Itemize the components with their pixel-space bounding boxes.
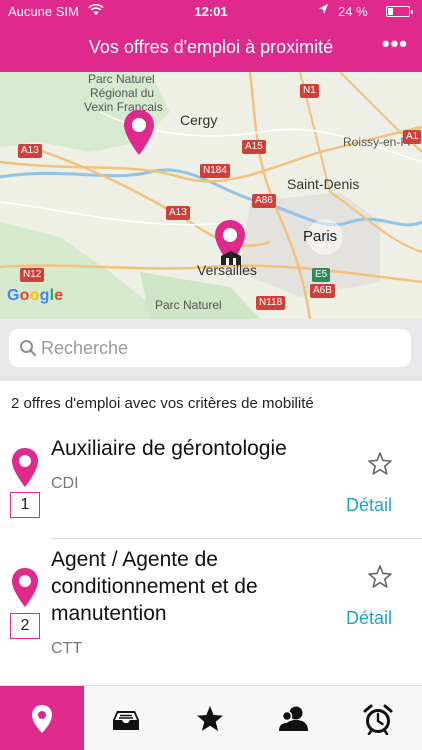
status-bar: Aucune SIM 12:01 24 % — [0, 0, 422, 24]
map-label-vexin: Régional du — [90, 86, 155, 100]
map-pin-icon — [12, 448, 38, 487]
job-title[interactable]: Auxiliaire de gérontologie — [51, 435, 341, 462]
battery-percent: 24 % — [338, 4, 368, 19]
job-rank-badge: 2 — [10, 613, 40, 639]
app-header: Vos offres d'emploi à proximité ••• — [0, 24, 422, 72]
battery-level — [388, 8, 393, 15]
favorite-star-icon[interactable] — [367, 451, 393, 477]
map-label-vexin: Parc Naturel — [88, 72, 155, 86]
job-contract-type: CTT — [51, 640, 83, 657]
map-background — [0, 72, 422, 319]
job-rank-badge: 1 — [10, 492, 40, 518]
job-offer-item[interactable]: 1 Auxiliaire de gérontologie CDI Détail — [0, 430, 422, 538]
job-offer-item[interactable]: 2 Agent / Agente de conditionnement et d… — [0, 540, 422, 685]
map-pin-icon — [12, 568, 38, 607]
location-arrow-icon — [318, 3, 329, 18]
road-shield: N12 — [20, 268, 45, 282]
list-divider — [51, 538, 422, 539]
job-title[interactable]: Agent / Agente de conditionnement et de … — [51, 546, 341, 627]
road-shield: A6B — [310, 284, 335, 298]
search-bar-container — [0, 319, 422, 381]
star-icon — [197, 706, 223, 731]
google-logo: Google — [7, 287, 64, 304]
battery-icon — [386, 6, 413, 17]
road-shield: A1 — [403, 130, 422, 144]
favorite-star-icon[interactable] — [367, 564, 393, 590]
building-icon — [221, 251, 241, 265]
page-title: Vos offres d'emploi à proximité — [88, 37, 334, 57]
more-options-button[interactable]: ••• — [382, 31, 408, 57]
job-detail-link[interactable]: Détail — [346, 608, 392, 629]
map-pin-icon — [32, 705, 52, 733]
app-screen: Aucune SIM 12:01 24 % Vos offres d'emplo… — [0, 0, 422, 750]
map-label-cergy: Cergy — [180, 112, 218, 128]
tab-profile[interactable] — [252, 686, 336, 750]
job-detail-link[interactable]: Détail — [346, 495, 392, 516]
road-shield: A86 — [252, 194, 276, 208]
tab-alerts[interactable] — [336, 686, 420, 750]
map-label-parc-naturel: Parc Naturel — [155, 298, 222, 312]
road-shield: N1 — [300, 84, 319, 98]
bottom-tab-bar — [0, 685, 422, 750]
tab-inbox[interactable] — [84, 686, 168, 750]
search-box[interactable] — [9, 329, 411, 367]
road-shield: E5 — [312, 268, 331, 282]
search-icon — [20, 340, 36, 356]
results-count-text: 2 offres d'emploi avec vos critères de m… — [11, 395, 314, 412]
map-label-roissy: Roissy-en-Fr — [343, 135, 412, 149]
tab-favorites[interactable] — [168, 686, 252, 750]
map-label-paris: Paris — [303, 228, 338, 245]
search-input[interactable] — [41, 335, 401, 361]
road-shield: N184 — [200, 164, 230, 178]
road-shield: N118 — [256, 296, 286, 310]
alarm-clock-icon — [363, 704, 393, 735]
road-shield: A13 — [166, 206, 190, 220]
road-shield: A15 — [242, 140, 266, 154]
inbox-tray-icon — [113, 711, 139, 730]
map-label-saint-denis: Saint-Denis — [287, 176, 360, 192]
user-profile-icon — [279, 706, 308, 731]
map-view[interactable]: Parc Naturel Régional du Vexin Français … — [0, 72, 422, 319]
road-shield: A13 — [18, 144, 42, 158]
map-marker-pin-icon[interactable] — [121, 108, 157, 158]
tab-map[interactable] — [0, 686, 84, 750]
job-contract-type: CDI — [51, 475, 79, 492]
